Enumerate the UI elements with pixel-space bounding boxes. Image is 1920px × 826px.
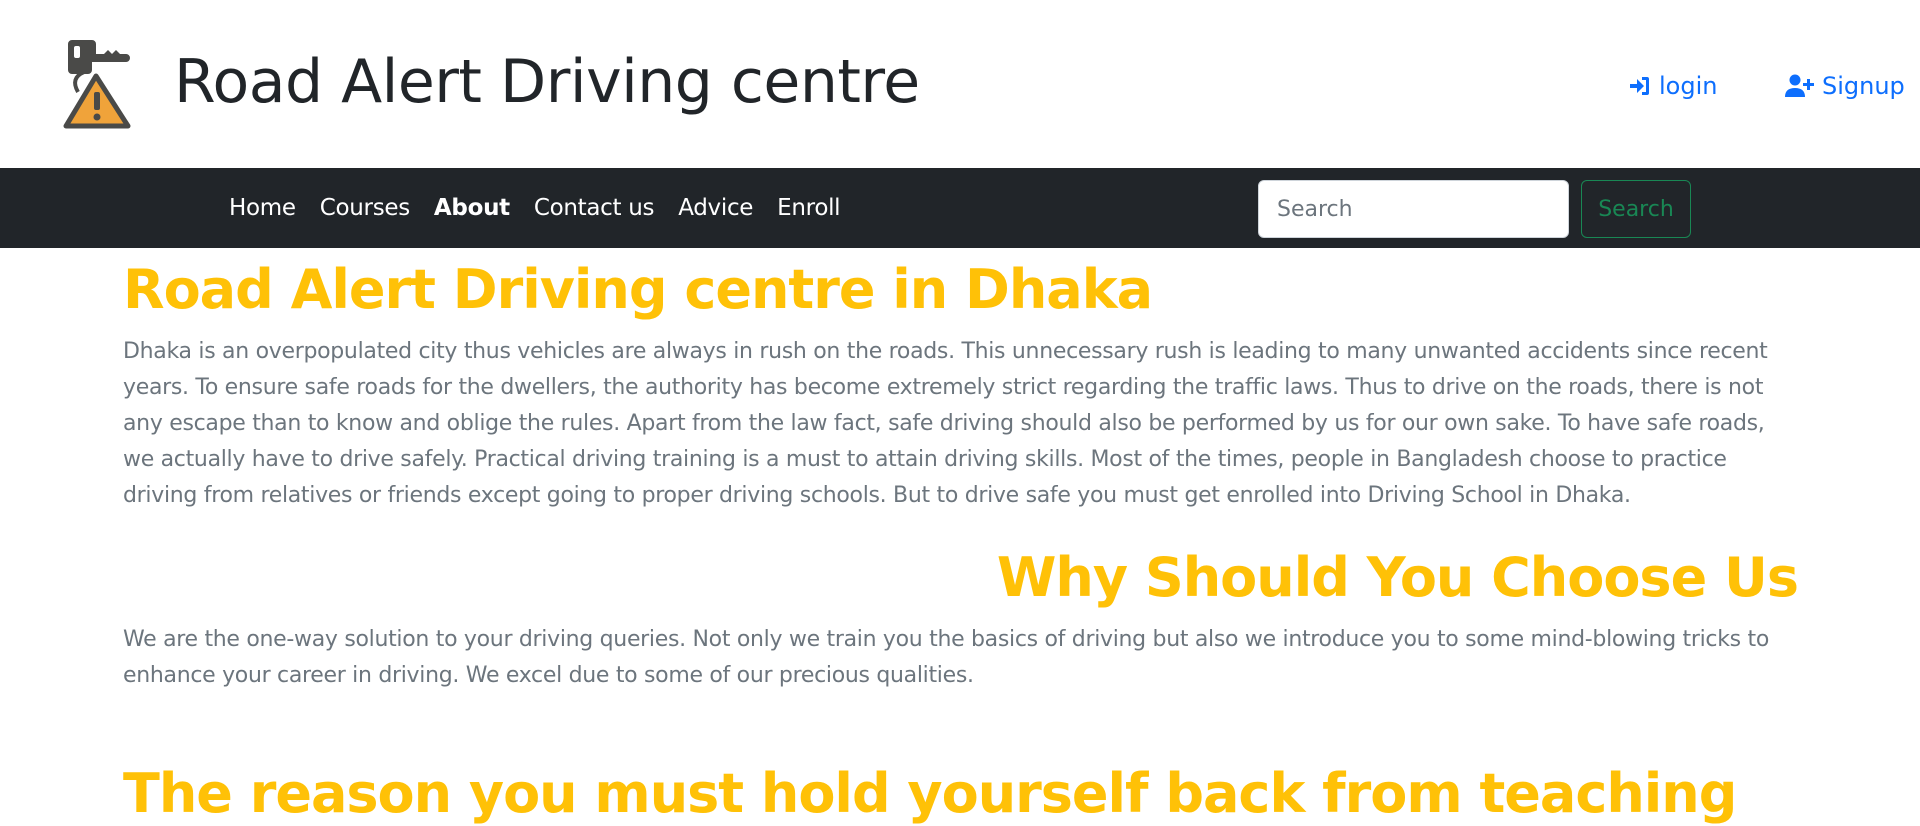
signup-link[interactable]: Signup — [1785, 70, 1905, 102]
user-plus-icon — [1785, 74, 1814, 97]
why-choose-paragraph: We are the one-way solution to your driv… — [123, 627, 1770, 688]
site-header: Road Alert Driving centre login Signup — [0, 0, 1920, 168]
site-title: Road Alert Driving centre — [174, 47, 920, 117]
nav-item-about[interactable]: About — [434, 195, 510, 221]
warning-key-icon[interactable] — [62, 38, 136, 130]
nav-item-contact-us[interactable]: Contact us — [534, 195, 655, 221]
login-link[interactable]: login — [1628, 70, 1717, 102]
intro-paragraph: Dhaka is an overpopulated city thus vehi… — [123, 339, 1768, 508]
login-label: login — [1659, 72, 1718, 100]
search-button[interactable]: Search — [1581, 180, 1691, 238]
why-choose-heading: Why Should You Choose Us — [996, 546, 1799, 609]
page-heading: Road Alert Driving centre in Dhaka — [123, 258, 1153, 321]
nav-menu: Home Courses About Contact us Advice Enr… — [229, 168, 864, 248]
nav-item-enroll[interactable]: Enroll — [777, 195, 840, 221]
reason-heading: The reason you must hold yourself back f… — [123, 762, 1737, 825]
nav-item-home[interactable]: Home — [229, 195, 296, 221]
nav-item-courses[interactable]: Courses — [320, 195, 410, 221]
search-input[interactable] — [1258, 180, 1569, 238]
nav-item-advice[interactable]: Advice — [678, 195, 753, 221]
sign-in-icon — [1630, 77, 1649, 95]
signup-label: Signup — [1822, 72, 1905, 100]
